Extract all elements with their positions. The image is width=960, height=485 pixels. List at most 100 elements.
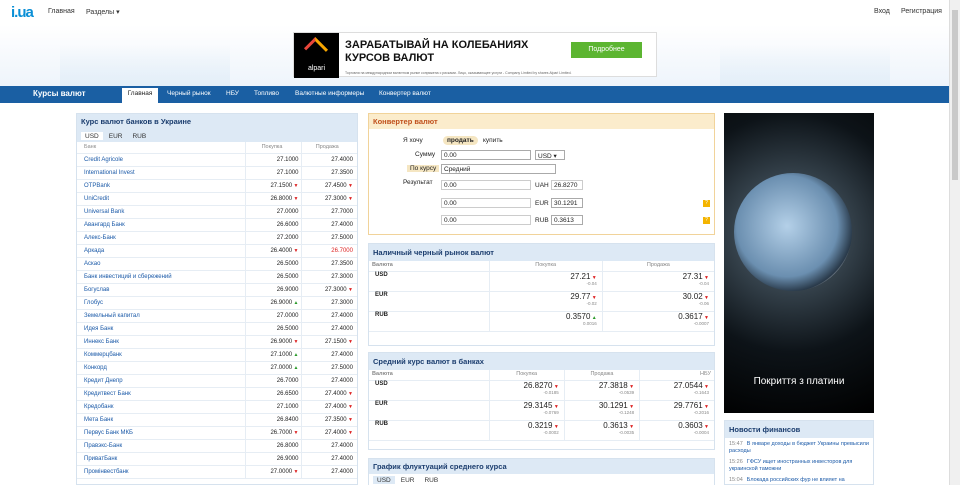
table-row[interactable]: Земельный капитал 27.0000 27.4000 [77,309,357,323]
table-row[interactable]: UniCredit 26.8000 ▼ 27.3000 ▼ [77,192,357,206]
tab-converter[interactable]: Конвертер валют [379,90,431,97]
sum-input[interactable]: 0.00 [441,150,531,160]
bank-name[interactable]: Правэкс-Банк [77,439,245,453]
buy-value: 27.1000 [276,156,299,163]
bank-name[interactable]: Банк инвестиций и сбережений [77,270,245,284]
table-row[interactable]: Universal Bank 27.0000 27.7000 [77,205,357,219]
sell-rate: 27.7000 [300,205,357,219]
tab-rub[interactable]: RUB [420,476,442,484]
sum-currency-select[interactable]: USD ▾ [535,150,565,160]
bank-name[interactable]: International Invest [77,166,245,180]
bank-name[interactable]: Земельный капитал [77,309,245,323]
news-item[interactable]: 15:47 В январе доходы в бюджет Украины пр… [729,441,869,455]
page-scrollbar[interactable] [949,0,960,485]
ad-more-button[interactable]: Подробнее [571,42,642,58]
top-ad-banner[interactable]: alpari ЗАРАБАТЫВАЙ НА КОЛЕБАНИЯХ КУРСОВ … [293,32,657,78]
buy-value: 26.9000 [276,286,299,293]
nav-sections-link[interactable]: Разделы ▾ [86,8,120,16]
table-row[interactable]: Мета Банк 26.8400 27.3500 ▼ [77,413,357,427]
bank-name[interactable]: Аскао [77,257,245,271]
table-row[interactable]: Авангард Банк 26.6000 27.4000 [77,218,357,232]
buy-toggle[interactable]: купить [483,137,503,144]
table-row[interactable]: Первус Банк МКБ 26.7000 ▼ 27.4000 ▼ [77,426,357,440]
rate-value: 0.3617 ▼ [603,312,709,321]
table-row[interactable]: Кредит Днепр 26.7000 27.4000 [77,374,357,388]
table-row[interactable]: OTPBank 27.1500 ▼ 27.4500 ▼ [77,179,357,193]
scrollbar-thumb[interactable] [952,10,958,180]
register-link[interactable]: Регистрация [901,8,942,15]
avg-rates-table: Валюта Покупка Продажа НБУ USD 26.8270 ▼ -… [369,370,714,441]
table-row[interactable]: ПриватБанк 26.9000 27.4000 [77,452,357,466]
bank-name[interactable]: Universal Bank [77,205,245,219]
tab-eur[interactable]: EUR [397,476,419,484]
tab-rub[interactable]: RUB [128,132,150,140]
result-eur-rate[interactable]: 30.1291 [551,198,583,208]
bank-name[interactable]: Первус Банк МКБ [77,426,245,440]
sell-value: 27.3500 [324,416,347,423]
tab-usd[interactable]: USD [81,132,103,140]
tab-usd[interactable]: USD [373,476,395,484]
tab-main[interactable]: Главная [122,88,158,103]
bank-name[interactable]: Алекс-Банк [77,231,245,245]
bank-name[interactable]: Авангард Банк [77,218,245,232]
rate-select[interactable]: Средний [441,164,556,174]
bank-rates-panel: Курс валют банков в Украине USD EUR RUB … [76,113,358,485]
table-row[interactable]: Промінвестбанк 27.0000 ▼ 27.4000 [77,465,357,479]
bank-name[interactable]: Мета Банк [77,413,245,427]
bank-name[interactable]: Кредит Днепр [77,374,245,388]
table-row[interactable]: International Invest 27.1000 27.3500 [77,166,357,180]
table-row[interactable]: Кредобанк 27.1000 27.4000 ▼ [77,400,357,414]
help-icon[interactable]: ? [703,200,710,207]
nav-main-link[interactable]: Главная [48,8,75,15]
tab-eur[interactable]: EUR [105,132,127,140]
table-row[interactable]: Банк инвестиций и сбережений 26.5000 27.30… [77,270,357,284]
bank-name[interactable]: Кредобанк [77,400,245,414]
tab-fuel[interactable]: Топливо [254,90,279,97]
rate-change: -0.0185 [543,389,559,395]
table-row[interactable]: Алекс-Банк 27.2000 27.5000 [77,231,357,245]
result-rub-rate[interactable]: 0.3613 [551,215,583,225]
sell-rate: 27.3000 [300,270,357,284]
table-row[interactable]: Правэкс-Банк 26.8000 27.4000 [77,439,357,453]
table-row[interactable]: Credit Agricole 27.1000 27.4000 [77,153,357,167]
bank-name[interactable]: Идея Банк [77,322,245,336]
up-arrow-icon: ▲ [292,299,299,306]
watch-advert[interactable]: Покриття з платини [724,113,874,413]
bank-name[interactable]: Коммерцбанк [77,348,245,362]
help-icon[interactable]: ? [703,217,710,224]
buy-value: 26.7000 [270,429,293,436]
news-item[interactable]: 15:04 Блокада российских фур не влияет на [729,477,869,484]
bank-name[interactable]: Аркада [77,244,245,258]
bank-name[interactable]: Богуслав [77,283,245,297]
tab-black-market[interactable]: Черный рынок [167,90,211,97]
bank-name[interactable]: OTPBank [77,179,245,193]
bank-name[interactable]: Промінвестбанк [77,465,245,479]
table-row[interactable]: Богуслав 26.9000 27.3000 ▼ [77,283,357,297]
tab-nbu[interactable]: НБУ [226,90,239,97]
table-row[interactable]: Кредитвест Банк 26.6500 27.4000 ▼ [77,387,357,401]
bank-name[interactable]: ПриватБанк [77,452,245,466]
tab-informers[interactable]: Валютные информеры [295,90,364,97]
login-link[interactable]: Вход [874,8,890,15]
down-arrow-icon: ▼ [346,429,353,436]
table-row[interactable]: Конкорд 27.0000 ▲ 27.5000 [77,361,357,375]
table-row[interactable]: Аскао 26.5000 27.3500 [77,257,357,271]
table-row[interactable]: Иннекс Банк 26.9000 ▼ 27.1500 ▼ [77,335,357,349]
sell-toggle[interactable]: продать [443,136,478,145]
bank-name[interactable]: Конкорд [77,361,245,375]
rate-change: -0.2016 [693,409,709,415]
table-row[interactable]: Глобус 26.9000 ▲ 27.3000 [77,296,357,310]
table-row[interactable]: Аркада 26.4000 ▼ 26.7000 [77,244,357,258]
site-logo[interactable]: i.ua [11,4,34,21]
bank-name[interactable]: Иннекс Банк [77,335,245,349]
result-uah: 0.00 [441,180,531,190]
bank-name[interactable]: UniCredit [77,192,245,206]
bank-name[interactable]: Кредитвест Банк [77,387,245,401]
buy-value: 26.6000 [276,221,299,228]
bank-name[interactable]: Credit Agricole [77,153,245,167]
news-item[interactable]: 15:26 ГФСУ ищет иностранных инвесторов дл… [729,459,869,473]
buy-rate: 26.7000 [244,374,301,388]
table-row[interactable]: Идея Банк 26.5000 27.4000 [77,322,357,336]
bank-name[interactable]: Глобус [77,296,245,310]
table-row[interactable]: Коммерцбанк 27.1000 ▲ 27.4000 [77,348,357,362]
